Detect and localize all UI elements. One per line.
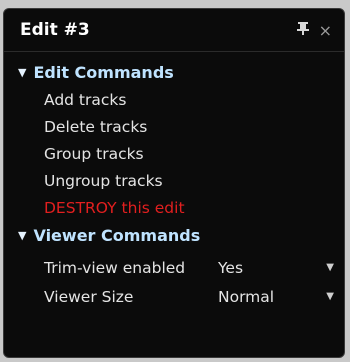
triangle-down-icon: ▼	[18, 65, 27, 79]
delete-tracks-item[interactable]: Delete tracks	[4, 113, 344, 140]
panel-title: Edit #3	[20, 20, 90, 40]
setting-value: Normal	[218, 287, 275, 306]
add-tracks-item[interactable]: Add tracks	[4, 86, 344, 113]
panel-titlebar: Edit #3 ×	[4, 9, 344, 52]
trim-view-dropdown[interactable]: Yes ▼	[208, 259, 344, 277]
setting-label: Trim-view enabled	[44, 258, 186, 277]
section-title: Viewer Commands	[33, 225, 201, 245]
viewer-size-setting: Viewer Size Normal ▼	[4, 282, 344, 311]
titlebar-icons: ×	[296, 21, 332, 40]
chevron-down-icon: ▼	[326, 262, 334, 273]
section-title: Edit Commands	[33, 62, 174, 82]
chevron-down-icon: ▼	[326, 291, 334, 302]
section-edit-commands[interactable]: ▼ Edit Commands	[4, 58, 344, 86]
trim-view-setting: Trim-view enabled Yes ▼	[4, 253, 344, 282]
setting-label: Viewer Size	[44, 287, 134, 306]
destroy-edit-item[interactable]: DESTROY this edit	[4, 194, 344, 221]
group-tracks-item[interactable]: Group tracks	[4, 140, 344, 167]
triangle-down-icon: ▼	[18, 228, 27, 242]
pin-icon[interactable]	[296, 21, 309, 39]
panel-content: ▼ Edit Commands Add tracks Delete tracks…	[4, 52, 344, 311]
edit-panel: Edit #3 × ▼ Edit Commands Add tracks Del…	[3, 8, 345, 358]
ungroup-tracks-item[interactable]: Ungroup tracks	[4, 167, 344, 194]
close-icon[interactable]: ×	[319, 21, 332, 40]
section-viewer-commands[interactable]: ▼ Viewer Commands	[4, 221, 344, 249]
setting-value: Yes	[218, 258, 244, 277]
viewer-size-dropdown[interactable]: Normal ▼	[208, 288, 344, 306]
